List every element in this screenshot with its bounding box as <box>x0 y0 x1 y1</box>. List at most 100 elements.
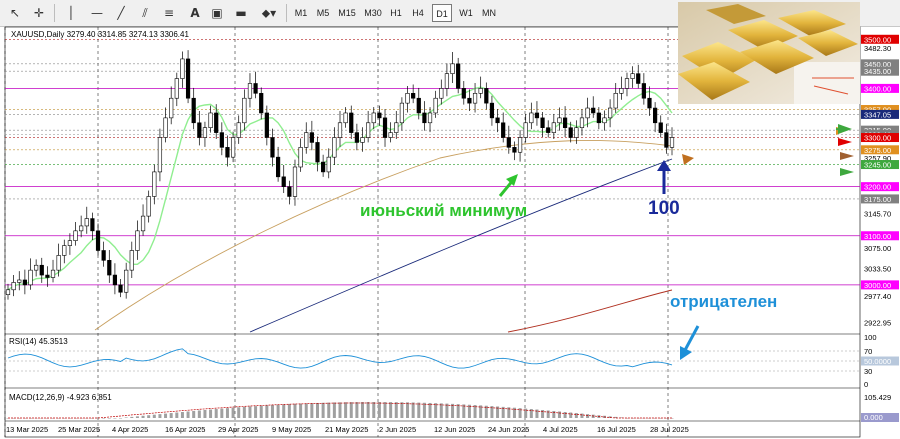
date-tick-label: 4 Jul 2025 <box>543 425 578 434</box>
macd-bar <box>400 402 404 418</box>
candle <box>411 93 416 99</box>
timeframe-m5[interactable]: M5 <box>313 4 333 22</box>
candle <box>292 166 298 197</box>
macd-bar <box>372 402 376 418</box>
timeframe-d1[interactable]: D1 <box>432 4 452 22</box>
macd-bar <box>180 412 184 418</box>
candle <box>405 93 410 104</box>
date-tick-label: 2 Jun 2025 <box>379 425 416 434</box>
timeframe-m1[interactable]: M1 <box>291 4 311 22</box>
macd-bar <box>265 405 269 418</box>
candle <box>489 102 495 119</box>
crosshair-icon[interactable]: ✛ <box>28 3 50 23</box>
macd-bar <box>434 403 438 418</box>
candle <box>107 260 112 276</box>
candle <box>534 112 540 119</box>
candle <box>354 132 359 143</box>
macd-bar <box>259 405 263 418</box>
macd-bar <box>225 408 229 418</box>
candle <box>39 264 44 276</box>
candle <box>185 58 191 99</box>
candle <box>287 186 292 197</box>
vertical-line-icon[interactable]: │ <box>60 3 82 23</box>
macd-bar <box>417 402 421 418</box>
price-tick-label: 3435.00 <box>864 67 891 76</box>
cursor-icon[interactable]: ↖ <box>4 3 26 23</box>
horizontal-line-icon[interactable]: — <box>86 3 108 23</box>
rsi-tick-label: 50.0000 <box>864 357 891 366</box>
candle <box>456 63 461 89</box>
label-icon[interactable]: ▣ <box>206 3 228 23</box>
macd-tick-label: 0.000 <box>864 413 883 422</box>
macd-bar <box>175 412 179 418</box>
text-icon[interactable]: A <box>184 3 206 23</box>
candle <box>276 156 281 178</box>
candle <box>140 215 146 232</box>
macd-bar <box>315 402 319 418</box>
macd-bar <box>282 404 286 418</box>
macd-bar <box>107 418 111 419</box>
price-tick-label: 3000.00 <box>864 281 891 290</box>
channel-icon[interactable]: ⫽ <box>134 3 156 23</box>
macd-bar <box>377 402 381 418</box>
timeframe-m15[interactable]: M15 <box>335 4 359 22</box>
macd-bar <box>299 403 303 418</box>
macd-bar <box>147 415 151 418</box>
candle <box>439 88 444 99</box>
candle <box>79 225 84 232</box>
candle <box>585 107 590 119</box>
arrow-tools-icon[interactable]: ⬥▾ <box>256 3 282 23</box>
macd-bar <box>552 410 556 418</box>
candle <box>664 132 669 148</box>
candle <box>641 83 646 99</box>
candle <box>608 107 613 119</box>
timeframe-h1[interactable]: H1 <box>387 4 405 22</box>
macd-bar <box>586 414 590 418</box>
candle <box>512 147 517 153</box>
candle <box>118 284 123 293</box>
timeframe-mn[interactable]: MN <box>478 4 500 22</box>
candle <box>73 230 78 241</box>
candle <box>501 122 506 138</box>
june-low-annotation: июньский минимум <box>360 201 527 220</box>
macd-bar <box>321 402 325 418</box>
candle <box>152 171 157 197</box>
candle <box>197 122 202 138</box>
price-tick-label: 3200.00 <box>864 183 891 192</box>
candle <box>568 127 573 138</box>
macd-bar <box>209 409 213 418</box>
candle <box>129 250 134 271</box>
timeframe-m30[interactable]: M30 <box>361 4 385 22</box>
trendline-icon[interactable]: ╱ <box>110 3 132 23</box>
timeframe-w1[interactable]: W1 <box>456 4 476 22</box>
macd-bar <box>574 413 578 418</box>
candle <box>163 117 168 138</box>
candle <box>433 97 438 114</box>
macd-bar <box>462 404 466 418</box>
macd-bar <box>130 416 134 418</box>
timeframe-h4[interactable]: H4 <box>409 4 427 22</box>
candle <box>101 250 106 261</box>
macd-bar <box>237 407 241 418</box>
candle <box>360 137 365 143</box>
fibonacci-icon[interactable]: ≡ <box>158 3 180 23</box>
candle <box>5 289 11 296</box>
candle <box>394 122 399 133</box>
macd-bar <box>344 402 348 418</box>
candle <box>304 132 309 148</box>
date-tick-label: 12 Jun 2025 <box>434 425 475 434</box>
candle <box>523 122 528 138</box>
macd-bar <box>192 410 196 418</box>
candle <box>67 240 72 246</box>
macd-bar <box>411 402 415 418</box>
candle <box>214 112 219 133</box>
macd-bar <box>563 412 567 418</box>
candle <box>315 142 320 163</box>
candle <box>343 112 348 124</box>
macd-bar <box>451 403 455 418</box>
macd-bar <box>220 408 224 418</box>
shapes-icon[interactable]: ▬ <box>230 3 252 23</box>
price-tick-label: 3075.00 <box>864 244 891 253</box>
price-tick-label: 3145.70 <box>864 209 891 218</box>
candle <box>321 161 326 173</box>
